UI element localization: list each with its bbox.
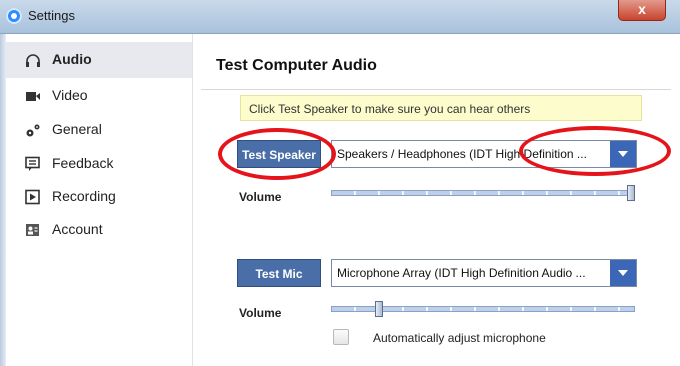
sidebar: Audio Video General Feedback Recording A… — [6, 34, 192, 366]
title-bar: Settings x — [0, 0, 680, 34]
speaker-volume-slider[interactable] — [331, 190, 635, 196]
sidebar-item-label: Audio — [52, 51, 92, 67]
app-icon — [6, 8, 22, 24]
page-title: Test Computer Audio — [216, 57, 377, 74]
headphones-icon — [26, 54, 40, 67]
highlight-ellipse-test-speaker — [218, 128, 336, 180]
sidebar-item-general[interactable]: General — [6, 112, 192, 148]
test-mic-button[interactable]: Test Mic — [237, 259, 321, 287]
gears-icon — [26, 124, 40, 137]
highlight-ellipse-speaker-dropdown — [519, 126, 671, 176]
sidebar-item-label: General — [52, 121, 102, 137]
feedback-icon — [25, 156, 40, 171]
sidebar-item-video[interactable]: Video — [6, 78, 192, 114]
video-camera-icon — [26, 92, 40, 101]
sidebar-item-label: Recording — [52, 188, 116, 204]
mic-device-value: Microphone Array (IDT High Definition Au… — [337, 266, 586, 280]
sidebar-item-audio[interactable]: Audio — [6, 42, 192, 78]
sidebar-item-feedback[interactable]: Feedback — [6, 146, 192, 182]
speaker-hint: Click Test Speaker to make sure you can … — [240, 95, 642, 121]
title-divider — [201, 89, 671, 90]
speaker-volume-thumb[interactable] — [627, 185, 635, 201]
chevron-down-icon[interactable] — [610, 260, 636, 286]
sidebar-item-account[interactable]: Account — [6, 212, 192, 248]
close-button[interactable]: x — [618, 0, 666, 21]
sidebar-item-recording[interactable]: Recording — [6, 179, 192, 215]
settings-window: Settings x Audio Video General Feedback … — [0, 0, 680, 366]
auto-adjust-mic-checkbox[interactable] — [333, 329, 349, 345]
audio-settings-panel: Test Computer Audio Click Test Speaker t… — [193, 34, 680, 366]
mic-volume-label: Volume — [239, 306, 282, 320]
auto-adjust-mic-label: Automatically adjust microphone — [373, 331, 546, 345]
mic-volume-thumb[interactable] — [375, 301, 383, 317]
mic-device-select[interactable]: Microphone Array (IDT High Definition Au… — [331, 259, 637, 287]
play-icon — [25, 189, 40, 205]
speaker-volume-label: Volume — [239, 190, 282, 204]
sidebar-item-label: Account — [52, 221, 103, 237]
sidebar-item-label: Feedback — [52, 155, 114, 171]
window-title: Settings — [28, 8, 75, 23]
account-icon — [26, 224, 39, 236]
sidebar-item-label: Video — [52, 87, 88, 103]
